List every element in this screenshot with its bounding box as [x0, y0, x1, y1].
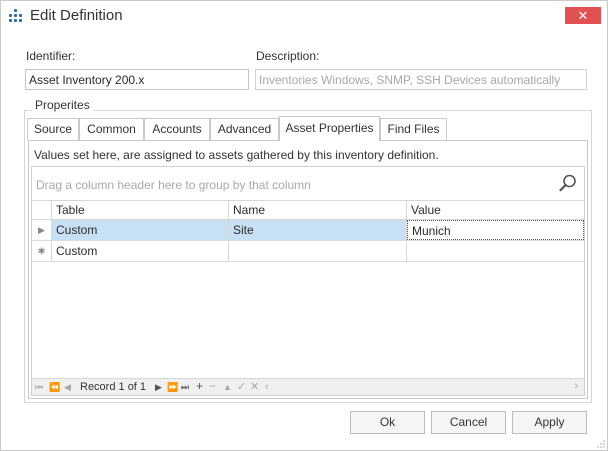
cell-value[interactable] [407, 241, 584, 261]
tab-source[interactable]: Source [27, 118, 79, 140]
group-by-panel[interactable]: Drag a column header here to group by th… [32, 167, 584, 201]
cell-name[interactable] [229, 241, 407, 261]
header-indicator-cell [32, 201, 52, 219]
remove-icon[interactable]: − [209, 380, 216, 392]
column-header-name[interactable]: Name [229, 201, 407, 219]
cancel-button[interactable]: Cancel [431, 411, 506, 434]
grid-header-row: Table Name Value [32, 201, 584, 220]
table-row[interactable]: ▶ Custom Site Munich [32, 220, 584, 241]
title-bar: Edit Definition ✕ [1, 1, 607, 31]
close-button[interactable]: ✕ [565, 7, 601, 24]
edit-icon[interactable]: ▲ [223, 381, 232, 393]
first-record-icon[interactable]: ⏮ [35, 381, 43, 393]
end-edit-check-icon[interactable]: ✓ [237, 381, 246, 393]
description-field[interactable]: Inventories Windows, SNMP, SSH Devices a… [255, 69, 587, 90]
row-focus-indicator-icon: ▶ [32, 220, 52, 240]
cell-table[interactable]: Custom [52, 241, 229, 261]
asset-properties-grid: Drag a column header here to group by th… [31, 166, 585, 396]
close-icon: ✕ [577, 8, 589, 23]
tab-find-files[interactable]: Find Files [380, 118, 447, 140]
apply-button[interactable]: Apply [512, 411, 587, 434]
last-record-icon[interactable]: ⏭ [181, 381, 189, 393]
scroll-right-icon[interactable]: › [574, 380, 578, 392]
new-row-asterisk-icon: ✱ [32, 241, 52, 261]
next-record-icon[interactable]: ▶ [155, 381, 162, 393]
identifier-label: Identifier: [26, 49, 76, 63]
cancel-edit-x-icon[interactable]: ✕ [250, 381, 259, 393]
previous-page-icon[interactable]: ⏪ [49, 381, 60, 393]
group-by-hint: Drag a column header here to group by th… [36, 178, 311, 192]
previous-record-icon[interactable]: ◀ [64, 381, 71, 393]
record-indicator: Record 1 of 1 [80, 381, 147, 393]
ok-button[interactable]: Ok [350, 411, 425, 434]
scroll-left-icon[interactable]: ‹ [265, 381, 269, 393]
column-header-table[interactable]: Table [52, 201, 229, 219]
app-grid-icon [9, 9, 23, 23]
tab-common[interactable]: Common [79, 118, 144, 140]
append-icon[interactable]: + [196, 380, 203, 392]
next-page-icon[interactable]: ⏩ [167, 381, 178, 393]
cell-table[interactable]: Custom [52, 220, 229, 240]
new-item-row[interactable]: ✱ Custom [32, 241, 584, 262]
tab-asset-properties[interactable]: Asset Properties [279, 116, 380, 141]
panel-info-text: Values set here, are assigned to assets … [34, 148, 439, 162]
description-label: Description: [256, 49, 320, 63]
identifier-field[interactable]: Asset Inventory 200.x [25, 69, 249, 90]
tab-accounts[interactable]: Accounts [144, 118, 210, 140]
data-navigator: ⏮ ⏪ ◀ Record 1 of 1 ▶ ⏩ ⏭ + − ▲ ✓ ✕ ‹ › [32, 378, 584, 395]
column-header-value[interactable]: Value [407, 201, 584, 219]
tab-advanced[interactable]: Advanced [210, 118, 279, 140]
cell-name[interactable]: Site [229, 220, 407, 240]
properties-group-caption: Properites [32, 98, 93, 112]
cell-value[interactable]: Munich [407, 220, 584, 240]
resize-grip-icon[interactable] [597, 440, 605, 448]
edit-definition-dialog: Edit Definition ✕ Identifier: Asset Inve… [0, 0, 608, 451]
window-title: Edit Definition [30, 7, 123, 24]
asset-properties-panel: Values set here, are assigned to assets … [28, 140, 588, 399]
search-icon[interactable] [558, 173, 578, 193]
